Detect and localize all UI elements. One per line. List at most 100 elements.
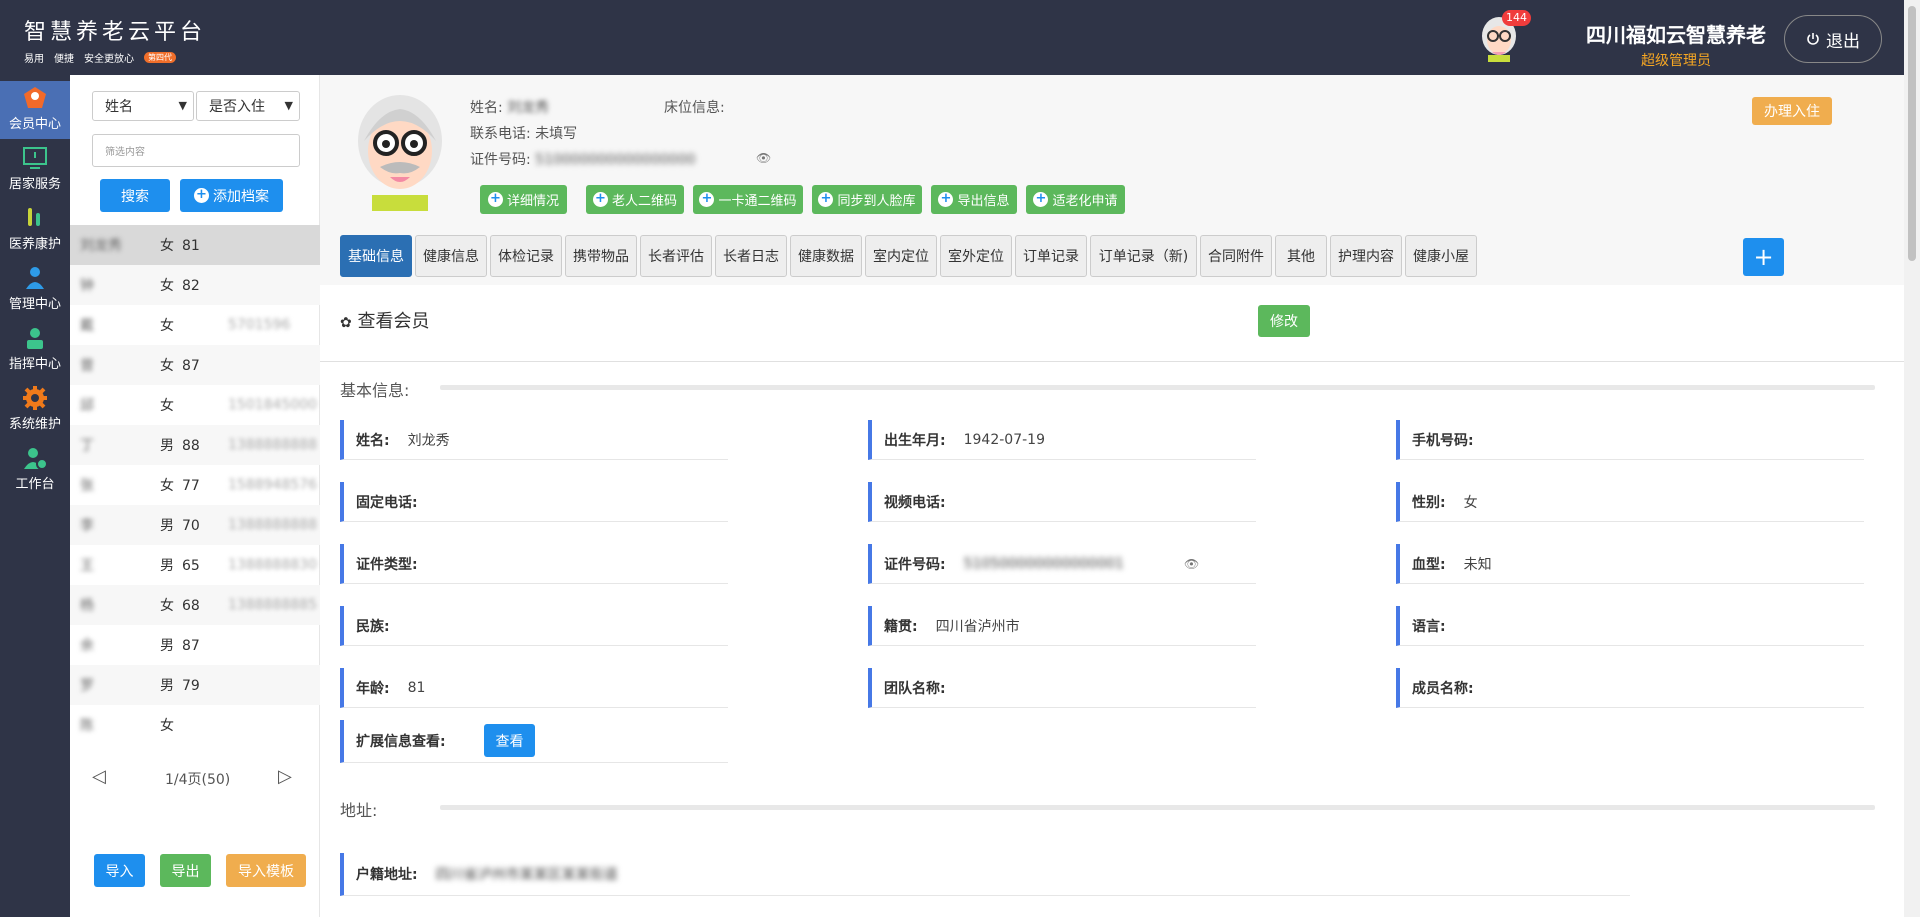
action-label: 导出信息: [957, 194, 1010, 209]
nav-label: 居家服务: [8, 177, 61, 192]
member-age: 88: [182, 438, 200, 454]
next-page-icon[interactable]: ▷: [278, 766, 292, 787]
search-button[interactable]: 搜索: [100, 179, 170, 212]
member-row[interactable]: 刘龙秀 女 81: [70, 225, 320, 265]
home-service-icon: [22, 145, 48, 171]
member-row[interactable]: 王 男 65 1388888830: [70, 545, 320, 585]
member-name: 杨: [80, 598, 94, 614]
field-label: 民族:: [356, 618, 390, 635]
tab-2[interactable]: 健康信息: [415, 235, 487, 277]
sync-face-button[interactable]: + 同步到人脸库: [812, 185, 922, 214]
member-gender-age: 男 88: [160, 435, 200, 455]
id-value: 510000000000000000: [535, 152, 696, 168]
tab-12[interactable]: 合同附件: [1200, 235, 1272, 277]
field-value: 510500000000000001: [963, 555, 1124, 572]
field-label: 证件类型:: [356, 556, 418, 573]
export-info-button[interactable]: + 导出信息: [931, 185, 1017, 214]
checkin-select[interactable]: 是否入住 ▼: [196, 91, 300, 121]
member-row[interactable]: 钟 女 82: [70, 265, 320, 305]
tab-8[interactable]: 室内定位: [865, 235, 937, 277]
member-age: 68: [182, 598, 200, 614]
field-age: 年龄: 81: [340, 668, 728, 708]
member-phone: 1501845000: [228, 397, 318, 413]
notification-count[interactable]: 144: [1502, 10, 1531, 26]
member-name: 戴: [80, 318, 94, 334]
aging-apply-button[interactable]: + 适老化申请: [1026, 185, 1125, 214]
nav-management[interactable]: 管理中心: [0, 261, 70, 319]
member-name: 刘龙秀: [80, 238, 122, 254]
eye-icon[interactable]: 👁: [756, 151, 771, 165]
tab-9[interactable]: 室外定位: [940, 235, 1012, 277]
chevron-down-icon: ▼: [284, 99, 293, 112]
field-household-address: 户籍地址: 四川省泸州市某某区某某街道: [340, 853, 1630, 896]
member-row[interactable]: 余 男 87: [70, 625, 320, 665]
tag-convenient: 便捷: [54, 54, 74, 65]
tab-7[interactable]: 健康数据: [790, 235, 862, 277]
member-row[interactable]: 陈女: [70, 705, 320, 745]
tab-4[interactable]: 携带物品: [565, 235, 637, 277]
tab-10[interactable]: 订单记录: [1015, 235, 1087, 277]
member-gender: 男: [160, 678, 174, 694]
view-extended-button[interactable]: 查看: [484, 724, 535, 757]
member-row[interactable]: 张 女 77 1588948576: [70, 465, 320, 505]
field-label: 语言:: [1412, 618, 1446, 635]
tab-3[interactable]: 体检记录: [490, 235, 562, 277]
bed-info-label: 床位信息:: [664, 100, 725, 116]
filter-input[interactable]: 筛选内容: [92, 134, 300, 167]
card-qrcode-button[interactable]: + 一卡通二维码: [693, 185, 803, 214]
nav-medical[interactable]: 医养康护: [0, 201, 70, 259]
tab-5[interactable]: 长者评估: [640, 235, 712, 277]
tab-1[interactable]: 基础信息: [340, 235, 412, 277]
nav-member-center[interactable]: 会员中心: [0, 81, 70, 139]
plus-icon: +: [699, 192, 715, 207]
logout-button[interactable]: 退出: [1784, 15, 1882, 63]
edit-button[interactable]: 修改: [1258, 305, 1310, 337]
scroll-thumb[interactable]: [1908, 6, 1916, 261]
member-row[interactable]: 丁 男 88 1388888888: [70, 425, 320, 465]
member-gender-age: 男 70: [160, 515, 200, 535]
detail-button[interactable]: + 详细情况: [480, 185, 567, 214]
member-row[interactable]: 曾 女 87: [70, 345, 320, 385]
member-row[interactable]: 杨 女 68 1388888885: [70, 585, 320, 625]
checkin-label: 办理入住: [1764, 104, 1820, 120]
nav-label: 会员中心: [8, 117, 61, 132]
field-mobile: 手机号码:: [1396, 420, 1864, 460]
member-age: 65: [182, 558, 200, 574]
field-member-name: 成员名称:: [1396, 668, 1864, 708]
import-template-button[interactable]: 导入模板: [226, 854, 306, 887]
member-row[interactable]: 戴 女 5701596: [70, 305, 320, 345]
nav-command[interactable]: 指挥中心: [0, 321, 70, 379]
checkin-button[interactable]: 办理入住: [1752, 97, 1832, 125]
tab-13[interactable]: 其他: [1275, 235, 1327, 277]
member-row[interactable]: 邱 女 1501845000: [70, 385, 320, 425]
tab-14[interactable]: 护理内容: [1330, 235, 1402, 277]
org-name: 四川福如云智慧养老: [1586, 23, 1766, 47]
tab-15[interactable]: 健康小屋: [1405, 235, 1477, 277]
import-button[interactable]: 导入: [94, 854, 145, 887]
add-tab-button[interactable]: +: [1743, 238, 1784, 276]
member-row[interactable]: 李 男 70 1388888888: [70, 505, 320, 545]
elder-qrcode-button[interactable]: + 老人二维码: [586, 185, 684, 214]
field-label: 证件号码:: [884, 556, 946, 573]
eye-icon[interactable]: 👁: [1184, 557, 1199, 571]
field-id-number: 证件号码: 510500000000000001 👁: [868, 544, 1256, 584]
plus-icon: +: [487, 192, 503, 207]
member-age: 87: [182, 638, 200, 654]
nav-home-service[interactable]: 居家服务: [0, 141, 70, 199]
action-label: 老人二维码: [611, 194, 677, 209]
field-select[interactable]: 姓名 ▼: [92, 91, 194, 121]
member-gender-age: 女: [160, 315, 182, 335]
plus-icon: +: [938, 192, 954, 207]
view-title: ✿ 查看会员: [340, 307, 429, 333]
field-label: 籍贯:: [884, 618, 918, 635]
add-record-button[interactable]: + 添加档案: [180, 179, 283, 212]
page-scrollbar[interactable]: [1904, 0, 1920, 917]
member-row[interactable]: 罗 男 79: [70, 665, 320, 705]
tab-11[interactable]: 订单记录（新): [1090, 235, 1197, 277]
nav-system[interactable]: 系统维护: [0, 381, 70, 439]
tab-6[interactable]: 长者日志: [715, 235, 787, 277]
nav-workbench[interactable]: 工作台: [0, 441, 70, 499]
prev-page-icon[interactable]: ◁: [92, 766, 106, 787]
export-button[interactable]: 导出: [160, 854, 211, 887]
field-label: 手机号码:: [1412, 432, 1474, 449]
